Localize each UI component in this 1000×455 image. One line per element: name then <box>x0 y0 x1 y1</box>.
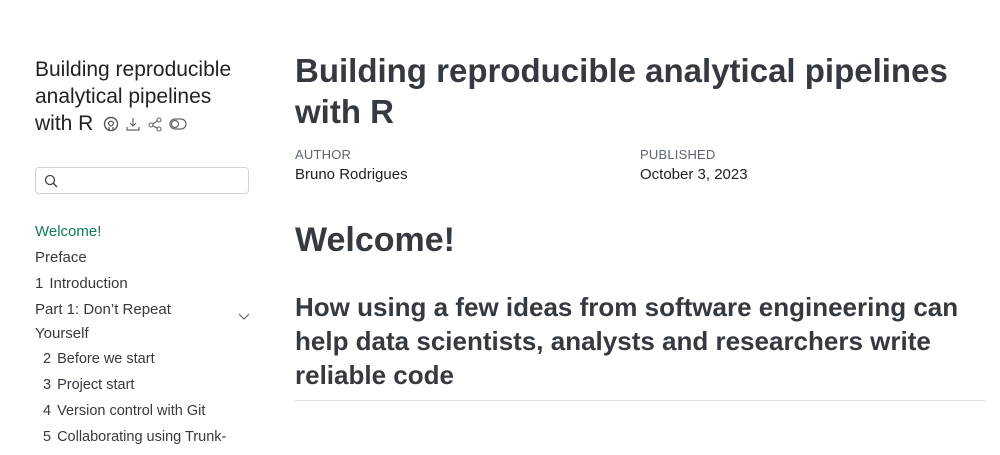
section-subtitle: How using a few ideas from software engi… <box>295 292 959 390</box>
chapter-number: 2 <box>43 351 52 367</box>
chapter-number: 1 <box>35 275 44 292</box>
welcome-heading: Welcome! <box>295 221 455 259</box>
chevron-down-icon[interactable] <box>238 305 250 329</box>
sidebar-item-label: Preface <box>35 249 87 266</box>
sidebar-item-label: Version control with Git <box>57 403 206 419</box>
download-icon[interactable] <box>125 116 141 132</box>
github-icon[interactable] <box>103 116 119 132</box>
divider <box>295 400 985 401</box>
sidebar-item-label: Collaborating using Trunk- <box>57 429 227 445</box>
sidebar-item-welcome[interactable]: Welcome! <box>35 219 253 245</box>
published-label: PUBLISHED <box>640 147 716 162</box>
sidebar-item-version-control[interactable]: 4 Version control with Git <box>35 398 253 424</box>
sidebar-item-label: Project start <box>57 377 135 393</box>
section-label: Part 1: Don’t Repeat Yourself <box>35 301 171 342</box>
search-box[interactable] <box>35 167 249 194</box>
sidebar-item-label: Before we start <box>57 351 155 367</box>
search-input[interactable] <box>62 171 246 192</box>
chapter-number: 3 <box>43 377 52 393</box>
chapter-number: 5 <box>43 429 52 445</box>
search-icon <box>44 174 58 193</box>
sidebar: Building reproducible analytical pipelin… <box>35 56 253 450</box>
main-content: Building reproducible analytical pipelin… <box>295 50 985 401</box>
share-icon[interactable] <box>147 116 163 132</box>
sidebar-item-label: Introduction <box>49 275 128 292</box>
page-title: Building reproducible analytical pipelin… <box>295 52 948 130</box>
sidebar-item-label: Welcome! <box>35 223 102 240</box>
book-title[interactable]: Building reproducible analytical pipelin… <box>35 56 253 137</box>
sidebar-item-introduction[interactable]: 1 Introduction <box>35 271 253 297</box>
author-label: AUTHOR <box>295 147 352 162</box>
sidebar-item-collaborating[interactable]: 5 Collaborating using Trunk- <box>35 424 253 450</box>
title-meta: AUTHOR Bruno Rodrigues PUBLISHED October… <box>295 147 985 183</box>
author-block: AUTHOR Bruno Rodrigues <box>295 147 640 183</box>
sidebar-nav: Welcome! Preface 1 Introduction Part 1: D… <box>35 219 253 450</box>
title-tools <box>103 116 187 132</box>
sidebar-section-part-1[interactable]: Part 1: Don’t Repeat Yourself <box>35 298 253 346</box>
sidebar-item-project-start[interactable]: 3 Project start <box>35 372 253 398</box>
published-date: October 3, 2023 <box>640 166 748 183</box>
sidebar-item-before-we-start[interactable]: 2 Before we start <box>35 346 253 372</box>
reader-mode-icon[interactable] <box>169 117 187 131</box>
published-block: PUBLISHED October 3, 2023 <box>640 147 985 183</box>
sidebar-item-preface[interactable]: Preface <box>35 245 253 271</box>
chapter-number: 4 <box>43 403 52 419</box>
author-name: Bruno Rodrigues <box>295 166 408 183</box>
